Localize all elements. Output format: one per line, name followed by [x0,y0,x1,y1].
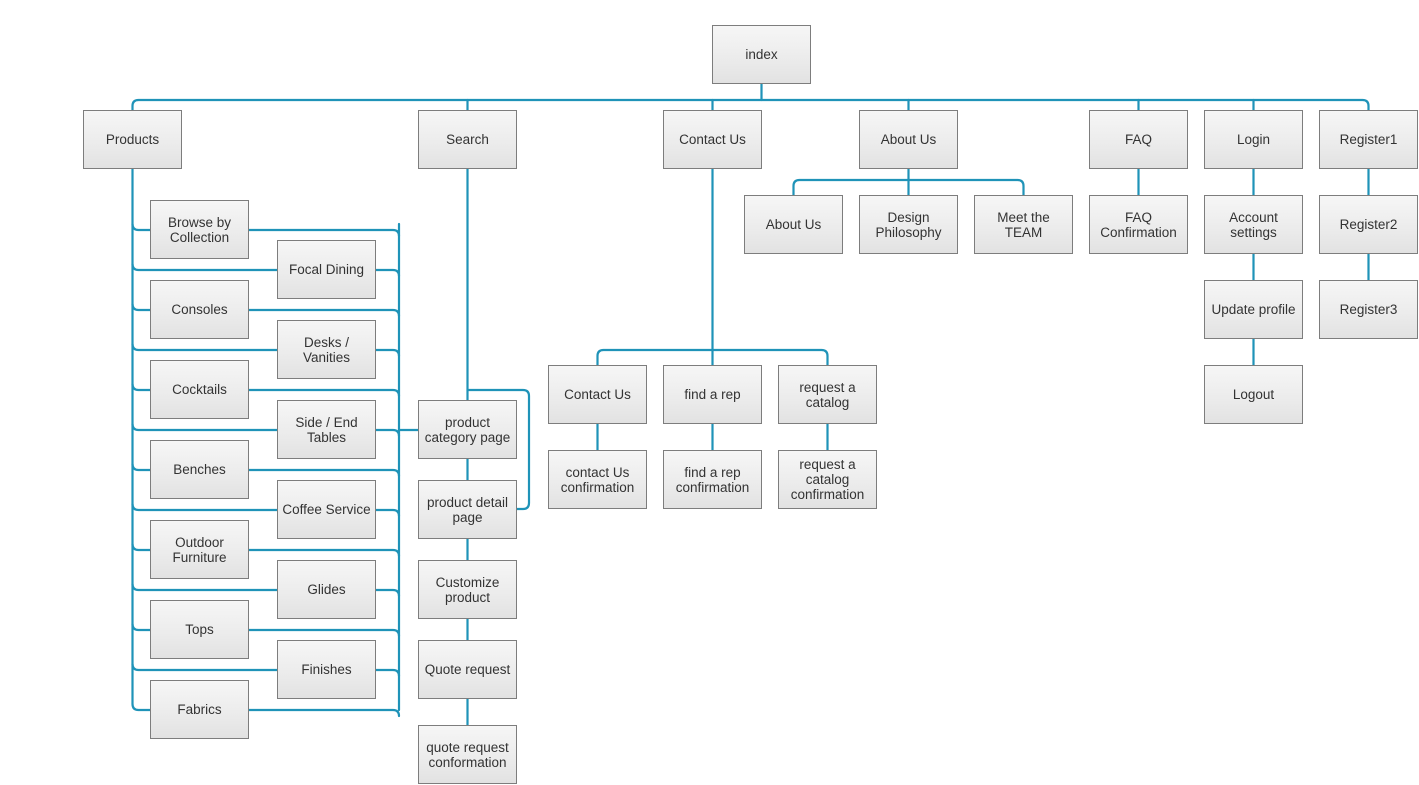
node-label: find a rep [684,387,741,402]
node-label: Contact Us [564,387,631,402]
node-browse-by-collection[interactable]: Browse by Collection [150,200,249,259]
node-contact-us-confirmation[interactable]: contact Us confirmation [548,450,647,509]
node-fabrics[interactable]: Fabrics [150,680,249,739]
node-finishes[interactable]: Finishes [277,640,376,699]
node-faq[interactable]: FAQ [1089,110,1188,169]
node-index[interactable]: index [712,25,811,84]
node-label: Fabrics [177,702,222,717]
node-side-end-tables[interactable]: Side / End Tables [277,400,376,459]
node-label: Register1 [1339,132,1398,147]
node-label: contact Us confirmation [560,464,635,495]
node-find-a-rep[interactable]: find a rep [663,365,762,424]
node-label: Tops [185,622,214,637]
node-glides[interactable]: Glides [277,560,376,619]
node-label: Consoles [171,302,228,317]
node-desks-vanities[interactable]: Desks / Vanities [277,320,376,379]
node-search[interactable]: Search [418,110,517,169]
node-cocktails[interactable]: Cocktails [150,360,249,419]
node-label: Account settings [1229,209,1278,240]
node-register3[interactable]: Register3 [1319,280,1418,339]
node-outdoor-furniture[interactable]: Outdoor Furniture [150,520,249,579]
node-label: Outdoor Furniture [172,534,227,565]
node-label: Browse by Collection [167,214,232,245]
node-label: quote request conformation [426,739,509,770]
node-label: Coffee Service [282,502,371,517]
node-login[interactable]: Login [1204,110,1303,169]
node-contact-us[interactable]: Contact Us [663,110,762,169]
node-product-detail-page[interactable]: product detail page [418,480,517,539]
node-label: request a catalog confirmation [790,457,865,502]
node-label: Focal Dining [288,262,365,277]
node-label: Cocktails [172,382,227,397]
node-design-philosophy[interactable]: Design Philosophy [859,195,958,254]
node-meet-the-team[interactable]: Meet the TEAM [974,195,1073,254]
node-label: Contact Us [679,132,746,147]
node-label: request a catalog [799,379,856,410]
node-products[interactable]: Products [83,110,182,169]
node-label: Products [105,132,160,147]
node-update-profile[interactable]: Update profile [1204,280,1303,339]
node-label: Customize product [435,574,500,605]
node-label: Glides [307,582,346,597]
node-label: product category page [424,414,511,445]
node-request-a-catalog-confirmation[interactable]: request a catalog confirmation [778,450,877,509]
node-label: About Us [880,132,937,147]
node-about-us-page[interactable]: About Us [744,195,843,254]
node-focal-dining[interactable]: Focal Dining [277,240,376,299]
node-consoles[interactable]: Consoles [150,280,249,339]
node-label: Login [1236,132,1271,147]
node-about-us[interactable]: About Us [859,110,958,169]
node-benches[interactable]: Benches [150,440,249,499]
node-label: Register3 [1339,302,1398,317]
node-coffee-service[interactable]: Coffee Service [277,480,376,539]
node-label: Side / End Tables [295,414,358,445]
main-bus [131,98,1370,112]
node-label: Update profile [1211,302,1296,317]
node-label: FAQ Confirmation [1100,209,1177,240]
node-account-settings[interactable]: Account settings [1204,195,1303,254]
node-label: Finishes [301,662,352,677]
node-label: FAQ [1124,132,1152,147]
node-register2[interactable]: Register2 [1319,195,1418,254]
node-label: About Us [765,217,822,232]
node-label: Search [446,132,489,147]
node-customize-product[interactable]: Customize product [418,560,517,619]
node-logout[interactable]: Logout [1204,365,1303,424]
node-request-a-catalog[interactable]: request a catalog [778,365,877,424]
node-label: find a rep confirmation [675,464,750,495]
node-label: Design Philosophy [875,209,942,240]
node-register1[interactable]: Register1 [1319,110,1418,169]
node-label: Logout [1232,387,1275,402]
node-find-a-rep-confirmation[interactable]: find a rep confirmation [663,450,762,509]
node-contact-us-page[interactable]: Contact Us [548,365,647,424]
node-faq-confirmation[interactable]: FAQ Confirmation [1089,195,1188,254]
node-label: Benches [173,462,226,477]
node-label: index [745,47,778,62]
node-label: Register2 [1339,217,1398,232]
node-quote-request-conformation[interactable]: quote request conformation [418,725,517,784]
node-label: product detail page [426,494,509,525]
node-label: Meet the TEAM [997,209,1050,240]
node-product-category-page[interactable]: product category page [418,400,517,459]
node-tops[interactable]: Tops [150,600,249,659]
node-quote-request[interactable]: Quote request [418,640,517,699]
node-label: Quote request [424,662,511,677]
node-label: Desks / Vanities [302,334,351,365]
